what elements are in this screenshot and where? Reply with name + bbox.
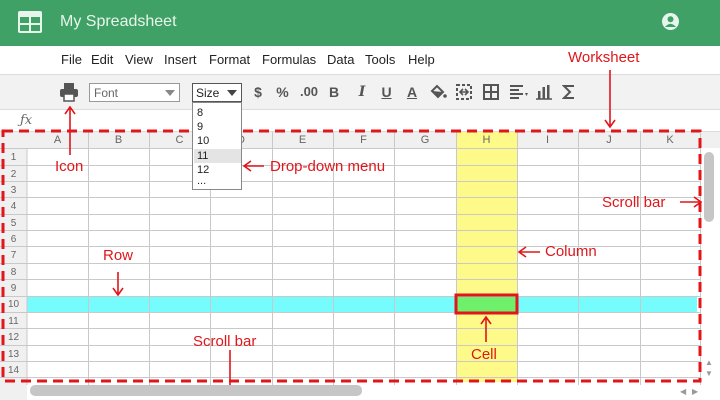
column-header-k[interactable]: K: [640, 132, 700, 148]
chevron-down-icon: [227, 90, 237, 96]
font-size-option[interactable]: 11: [197, 150, 208, 162]
app-title: My Spreadsheet: [60, 13, 177, 30]
font-size-select-value: Size: [196, 86, 220, 100]
selected-row-highlight: [27, 296, 697, 312]
scroll-up-arrow-icon[interactable]: ▲: [705, 358, 713, 367]
borders-icon[interactable]: [483, 84, 499, 100]
menu-view[interactable]: View: [125, 52, 153, 67]
row-header-7[interactable]: 7: [0, 250, 27, 261]
column-header-h[interactable]: H: [456, 132, 517, 148]
paint-bucket-icon[interactable]: [429, 84, 447, 101]
annotation-row: Row: [103, 247, 134, 264]
annotation-icon: Icon: [55, 158, 84, 175]
menu-formulas[interactable]: Formulas: [262, 52, 316, 67]
row-header-10[interactable]: 10: [0, 299, 27, 310]
vertical-scrollbar-thumb[interactable]: [704, 152, 714, 222]
merge-cells-icon[interactable]: [456, 84, 472, 100]
row-header-14[interactable]: 14: [0, 365, 27, 376]
annotation-cell: Cell: [471, 346, 497, 363]
formula-bar[interactable]: ƒx: [0, 110, 720, 132]
font-size-option[interactable]: 10: [197, 135, 209, 147]
spreadsheet-app-icon: [18, 11, 42, 33]
annotation-scroll-bar-vertical: Scroll bar: [602, 194, 666, 211]
annotation-scroll-bar-horizontal: Scroll bar: [193, 333, 257, 350]
font-size-option[interactable]: ...: [197, 175, 206, 187]
row-header-5[interactable]: 5: [0, 218, 27, 229]
font-select[interactable]: Font: [89, 83, 180, 102]
column-header-e[interactable]: E: [272, 132, 333, 148]
row-header-12[interactable]: 12: [0, 332, 27, 343]
column-header-g[interactable]: G: [394, 132, 456, 148]
chart-icon[interactable]: [535, 84, 553, 100]
menu-file[interactable]: File: [61, 52, 82, 67]
print-icon[interactable]: [59, 82, 79, 102]
scroll-down-arrow-icon[interactable]: ▼: [705, 369, 713, 378]
align-icon[interactable]: [509, 84, 529, 101]
chevron-down-icon: [165, 90, 175, 96]
menu-help[interactable]: Help: [408, 52, 435, 67]
scroll-right-arrow-icon[interactable]: ▶: [692, 387, 698, 396]
row-header-6[interactable]: 6: [0, 234, 27, 245]
row-header-11[interactable]: 11: [0, 316, 27, 327]
row-header-1[interactable]: 1: [0, 152, 27, 163]
menu-data[interactable]: Data: [327, 52, 354, 67]
italic-icon[interactable]: I: [357, 83, 367, 101]
column-header-j[interactable]: J: [578, 132, 640, 148]
column-header-f[interactable]: F: [333, 132, 394, 148]
font-size-option[interactable]: 9: [197, 121, 203, 133]
text-color-icon[interactable]: A: [405, 83, 419, 101]
column-header-b[interactable]: B: [88, 132, 149, 148]
cell-outline: [454, 293, 519, 315]
font-size-dropdown: 8 9 10 11 12 ...: [192, 102, 242, 190]
scroll-left-arrow-icon[interactable]: ◀: [680, 387, 686, 396]
font-size-select[interactable]: Size: [192, 83, 242, 102]
annotation-worksheet: Worksheet: [568, 49, 640, 66]
row-header-4[interactable]: 4: [0, 201, 27, 212]
sum-icon[interactable]: [562, 84, 576, 100]
percent-icon[interactable]: %: [275, 83, 290, 101]
font-select-value: Font: [94, 86, 119, 100]
menu-edit[interactable]: Edit: [91, 52, 113, 67]
bold-icon[interactable]: B: [328, 83, 340, 101]
account-icon[interactable]: [662, 13, 679, 30]
menu-tools[interactable]: Tools: [365, 52, 395, 67]
annotation-column: Column: [545, 243, 597, 260]
formula-icon: ƒx: [20, 113, 33, 128]
currency-icon[interactable]: $: [252, 83, 264, 101]
column-header-a[interactable]: A: [27, 132, 88, 148]
decimal-places-icon[interactable]: .00: [297, 83, 321, 101]
column-header-i[interactable]: I: [517, 132, 578, 148]
menu-insert[interactable]: Insert: [164, 52, 197, 67]
row-header-13[interactable]: 13: [0, 349, 27, 360]
selected-cell[interactable]: [456, 296, 517, 312]
row-header-3[interactable]: 3: [0, 185, 27, 196]
row-header-2[interactable]: 2: [0, 169, 27, 180]
app-header: My Spreadsheet: [0, 0, 720, 46]
row-header-8[interactable]: 8: [0, 267, 27, 278]
selected-column-highlight: [456, 132, 517, 382]
underline-icon[interactable]: U: [380, 83, 393, 101]
menu-format[interactable]: Format: [209, 52, 250, 67]
annotation-dropdown: Drop-down menu: [270, 158, 386, 175]
row-header-9[interactable]: 9: [0, 283, 27, 294]
font-size-option[interactable]: 8: [197, 107, 203, 119]
horizontal-scrollbar-thumb[interactable]: [30, 385, 362, 396]
